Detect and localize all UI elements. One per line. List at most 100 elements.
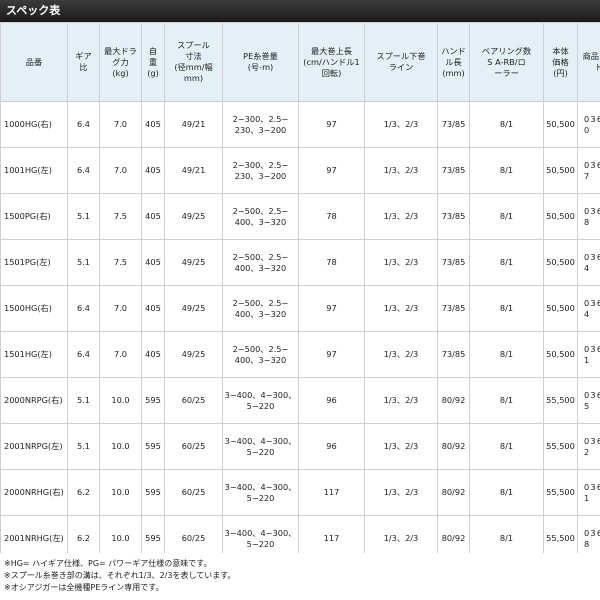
cell-bearings: 8/1 (469, 101, 544, 148)
table-row: 2000NRHG(右) 6.2 10.0 595 60/25 3−400、4−300、 5−… (0, 469, 600, 516)
cell-underline: 1/3、2/3 (364, 423, 438, 470)
header-handle-length: ハンド ル長 (mm) (437, 22, 470, 102)
cell-product-code: 036704 (577, 239, 600, 286)
cell-weight: 595 (141, 515, 165, 553)
cell-weight: 595 (141, 469, 165, 516)
cell-model: 1500PG(右) (0, 193, 68, 240)
table-row: 1501PG(左) 5.1 7.5 405 49/25 2−500、2.5− 400、3−3… (0, 239, 600, 286)
cell-gear-ratio: 6.2 (67, 515, 100, 553)
footnote: ※スプール糸巻き部の溝は、それぞれ1/3、2/3を表しています。 (4, 571, 236, 580)
header-pe-capacity: PE糸巻量 (号-m) (222, 22, 299, 102)
spec-table-container: 品番 ギア比 最大ドラ グ力 (kg) 自重 (g) スプール 寸法 (径mm/幅 mm) … (0, 22, 600, 553)
cell-pe-capacity: 3−400、4−300、 5−220 (222, 515, 299, 553)
cell-gear-ratio: 6.4 (67, 285, 100, 332)
cell-underline: 1/3、2/3 (364, 101, 438, 148)
cell-max-drag: 7.0 (99, 101, 142, 148)
cell-max-retrieve: 97 (298, 101, 365, 148)
cell-max-drag: 10.0 (99, 377, 142, 424)
cell-price: 55,500 (543, 469, 578, 516)
cell-max-retrieve: 97 (298, 331, 365, 378)
cell-bearings: 8/1 (469, 423, 544, 470)
cell-max-retrieve: 117 (298, 469, 365, 516)
cell-max-retrieve: 97 (298, 147, 365, 194)
cell-underline: 1/3、2/3 (364, 515, 438, 553)
cell-product-code: 036667 (577, 147, 600, 194)
table-row: 1501HG(左) 6.4 7.0 405 49/25 2−500、2.5− 400、3−3… (0, 331, 600, 378)
cell-max-retrieve: 78 (298, 239, 365, 286)
cell-max-retrieve: 96 (298, 423, 365, 470)
cell-underline: 1/3、2/3 (364, 193, 438, 240)
cell-spool-size: 49/25 (164, 331, 223, 378)
cell-handle-length: 80/92 (437, 423, 470, 470)
cell-pe-capacity: 3−400、4−300、 5−220 (222, 377, 299, 424)
cell-price: 50,500 (543, 147, 578, 194)
cell-bearings: 8/1 (469, 147, 544, 194)
cell-max-drag: 10.0 (99, 423, 142, 470)
cell-weight: 405 (141, 239, 165, 286)
cell-max-retrieve: 96 (298, 377, 365, 424)
cell-gear-ratio: 5.1 (67, 193, 100, 240)
cell-max-drag: 7.0 (99, 331, 142, 378)
cell-gear-ratio: 5.1 (67, 239, 100, 286)
header-gear-ratio: ギア比 (67, 22, 100, 102)
cell-underline: 1/3、2/3 (364, 147, 438, 194)
spec-table-title: スペック表 (0, 0, 600, 22)
spec-table-body: 1000HG(右) 6.4 7.0 405 49/21 2−300、2.5− 230、3−2… (0, 101, 600, 553)
cell-model: 2000NRHG(右) (0, 469, 68, 516)
cell-gear-ratio: 5.1 (67, 423, 100, 470)
cell-gear-ratio: 6.2 (67, 469, 100, 516)
header-max-drag: 最大ドラ グ力 (kg) (99, 22, 142, 102)
header-underline: スプール下巻 ライン (364, 22, 438, 102)
cell-pe-capacity: 2−300、2.5− 230、3−200 (222, 147, 299, 194)
cell-pe-capacity: 2−300、2.5− 230、3−200 (222, 101, 299, 148)
cell-product-code: 036650 (577, 101, 600, 148)
header-spool-size: スプール 寸法 (径mm/幅 mm) (164, 22, 223, 102)
header-max-retrieve: 最大巻上長 (cm/ハンドル1 回転) (298, 22, 365, 102)
cell-pe-capacity: 3−400、4−300、 5−220 (222, 423, 299, 470)
header-price: 本体 価格 (円) (543, 22, 578, 102)
cell-price: 55,500 (543, 377, 578, 424)
cell-weight: 405 (141, 147, 165, 194)
cell-price: 50,500 (543, 239, 578, 286)
header-product-code: 商品コード (577, 22, 600, 102)
cell-product-code: 036698 (577, 193, 600, 240)
table-row: 1500HG(右) 6.4 7.0 405 49/25 2−500、2.5− 400、3−3… (0, 285, 600, 332)
cell-max-retrieve: 97 (298, 285, 365, 332)
cell-spool-size: 60/25 (164, 469, 223, 516)
cell-model: 1500HG(右) (0, 285, 68, 332)
cell-weight: 405 (141, 193, 165, 240)
cell-max-drag: 10.0 (99, 469, 142, 516)
cell-model: 2001NRPG(左) (0, 423, 68, 470)
table-row: 1000HG(右) 6.4 7.0 405 49/21 2−300、2.5− 230、3−2… (0, 101, 600, 148)
cell-spool-size: 49/25 (164, 193, 223, 240)
cell-gear-ratio: 6.4 (67, 101, 100, 148)
cell-product-code: 036728 (577, 515, 600, 553)
cell-gear-ratio: 6.4 (67, 331, 100, 378)
cell-product-code: 036742 (577, 423, 600, 470)
cell-spool-size: 60/25 (164, 377, 223, 424)
cell-bearings: 8/1 (469, 515, 544, 553)
cell-spool-size: 49/25 (164, 285, 223, 332)
header-bearings: ベアリング数 S A-RB/ロ ーラー (469, 22, 544, 102)
cell-max-retrieve: 117 (298, 515, 365, 553)
cell-spool-size: 60/25 (164, 423, 223, 470)
cell-handle-length: 80/92 (437, 469, 470, 516)
cell-handle-length: 73/85 (437, 147, 470, 194)
cell-weight: 595 (141, 377, 165, 424)
cell-handle-length: 73/85 (437, 239, 470, 286)
cell-pe-capacity: 2−500、2.5− 400、3−320 (222, 285, 299, 332)
header-model: 品番 (0, 22, 68, 102)
header-weight: 自重 (g) (141, 22, 165, 102)
cell-price: 50,500 (543, 285, 578, 332)
cell-spool-size: 60/25 (164, 515, 223, 553)
cell-max-retrieve: 78 (298, 193, 365, 240)
cell-bearings: 8/1 (469, 285, 544, 332)
cell-model: 2001NRHG(左) (0, 515, 68, 553)
cell-model: 1501HG(左) (0, 331, 68, 378)
cell-max-drag: 7.5 (99, 239, 142, 286)
cell-model: 2000NRPG(右) (0, 377, 68, 424)
spec-table: 品番 ギア比 最大ドラ グ力 (kg) 自重 (g) スプール 寸法 (径mm/幅 mm) … (0, 22, 600, 553)
cell-pe-capacity: 2−500、2.5− 400、3−320 (222, 239, 299, 286)
cell-handle-length: 73/85 (437, 193, 470, 240)
cell-bearings: 8/1 (469, 331, 544, 378)
